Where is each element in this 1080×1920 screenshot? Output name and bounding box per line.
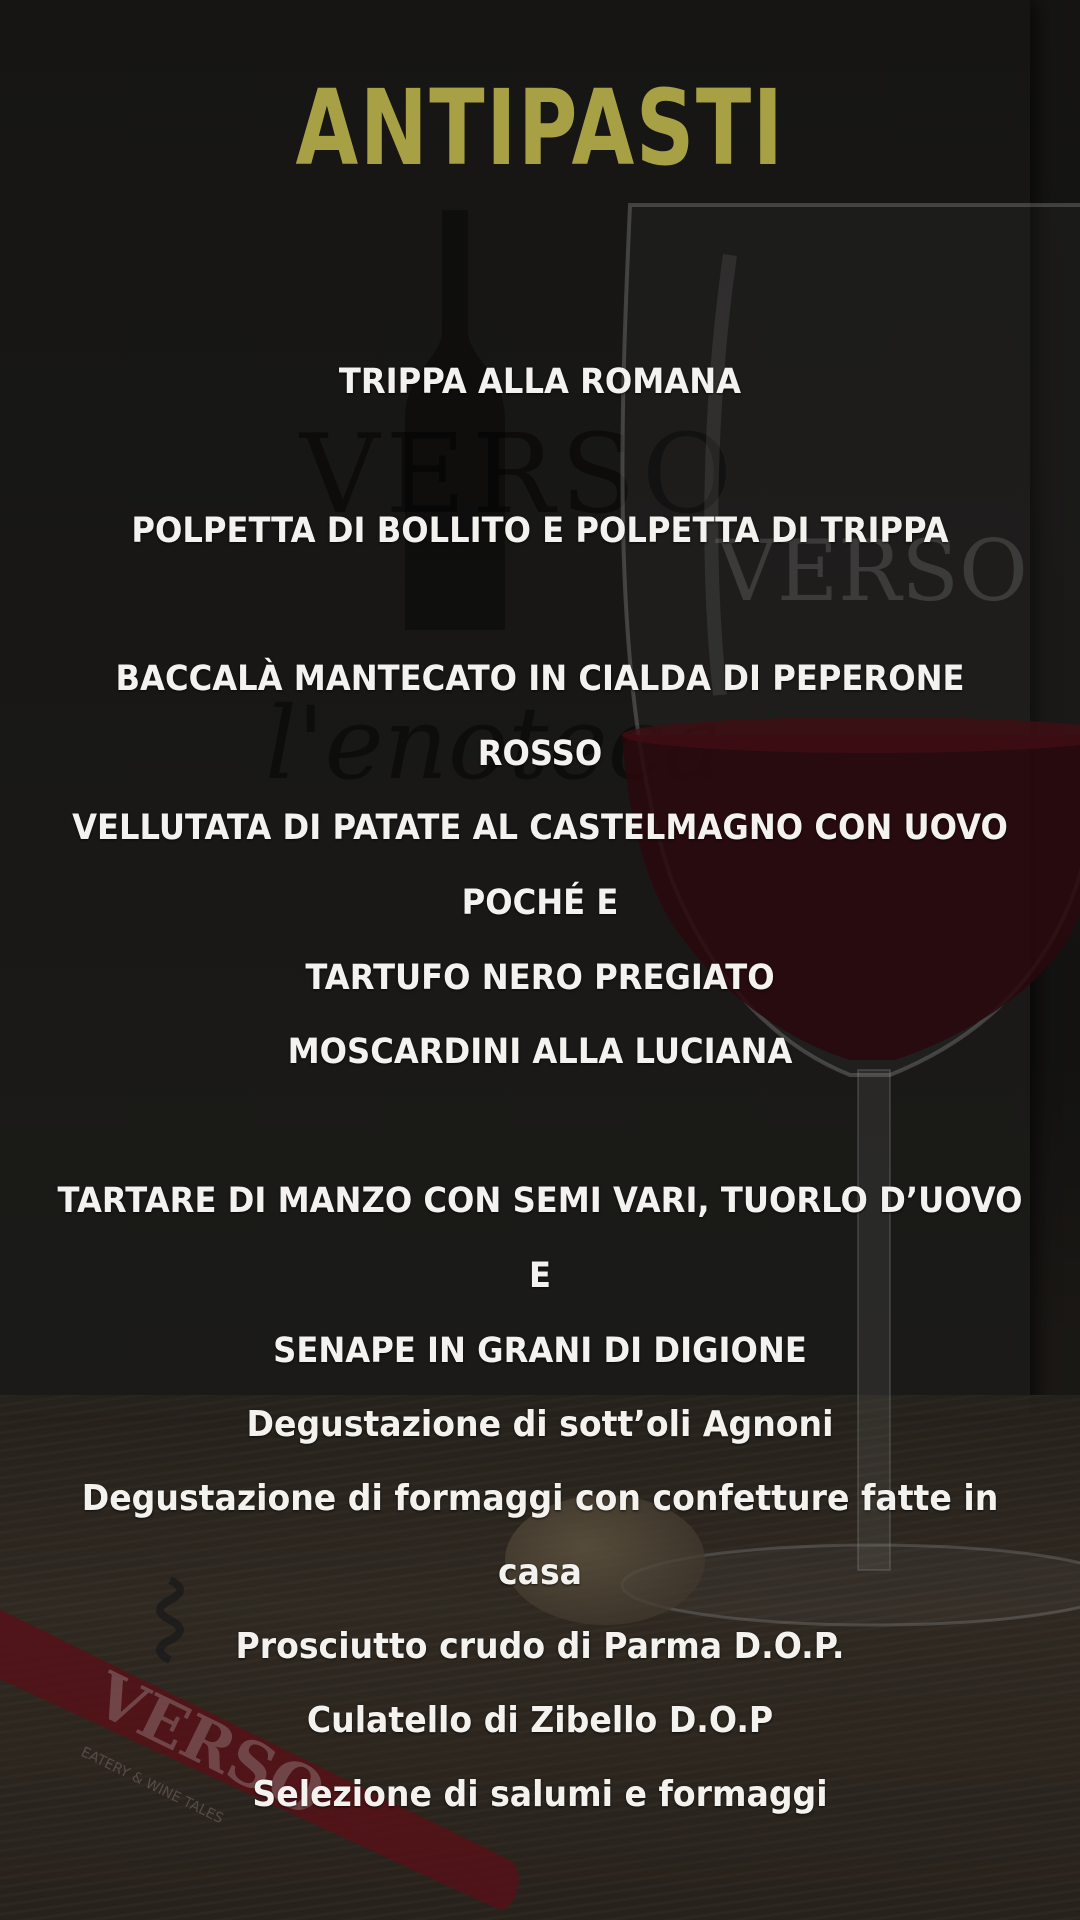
selection-item: Prosciutto crudo di Parma D.O.P. [235,1626,845,1667]
selection-item: Degustazione di formaggi con confetture … [81,1478,999,1593]
dish-name-continued: SENAPE IN GRANI DI DIGIONE [273,1331,807,1371]
selection-item: Degustazione di sott’oli Agnoni [246,1404,834,1445]
dish-name: BACCALÀ MANTECATO IN CIALDA DI PEPERONE … [115,659,965,774]
dish-name: POLPETTA DI BOLLITO E POLPETTA DI TRIPPA [131,511,949,551]
dish-item: TARTARE DI MANZO CON SEMI VARI, TUORLO D… [52,1164,1027,1389]
dish-name-continued: TARTUFO NERO PREGIATO [305,958,775,998]
dish-item: VELLUTATA DI PATATE AL CASTELMAGNO CON U… [52,791,1027,1016]
dish-item: POLPETTA DI BOLLITO E POLPETTA DI TRIPPA [52,494,1027,569]
selection-item: Culatello di Zibello D.O.P [306,1700,774,1741]
menu-title: ANTIPASTI [295,67,785,189]
dish-item: MOSCARDINI ALLA LUCIANA [52,1015,1027,1090]
dish-name: TRIPPA ALLA ROMANA [338,362,742,402]
selection-list: Degustazione di sott’oli Agnoni Degustaz… [52,1388,1027,1832]
selection-item: Selezione di salumi e formaggi [252,1774,828,1815]
menu: ANTIPASTI TRIPPA ALLA ROMANA POLPETTA DI… [0,0,1080,1920]
dish-name: VELLUTATA DI PATATE AL CASTELMAGNO CON U… [72,808,1008,923]
dish-name: TARTARE DI MANZO CON SEMI VARI, TUORLO D… [57,1181,1023,1296]
dish-item: TRIPPA ALLA ROMANA [52,345,1027,420]
dish-name: MOSCARDINI ALLA LUCIANA [287,1032,793,1072]
dish-item: BACCALÀ MANTECATO IN CIALDA DI PEPERONE … [52,642,1027,792]
